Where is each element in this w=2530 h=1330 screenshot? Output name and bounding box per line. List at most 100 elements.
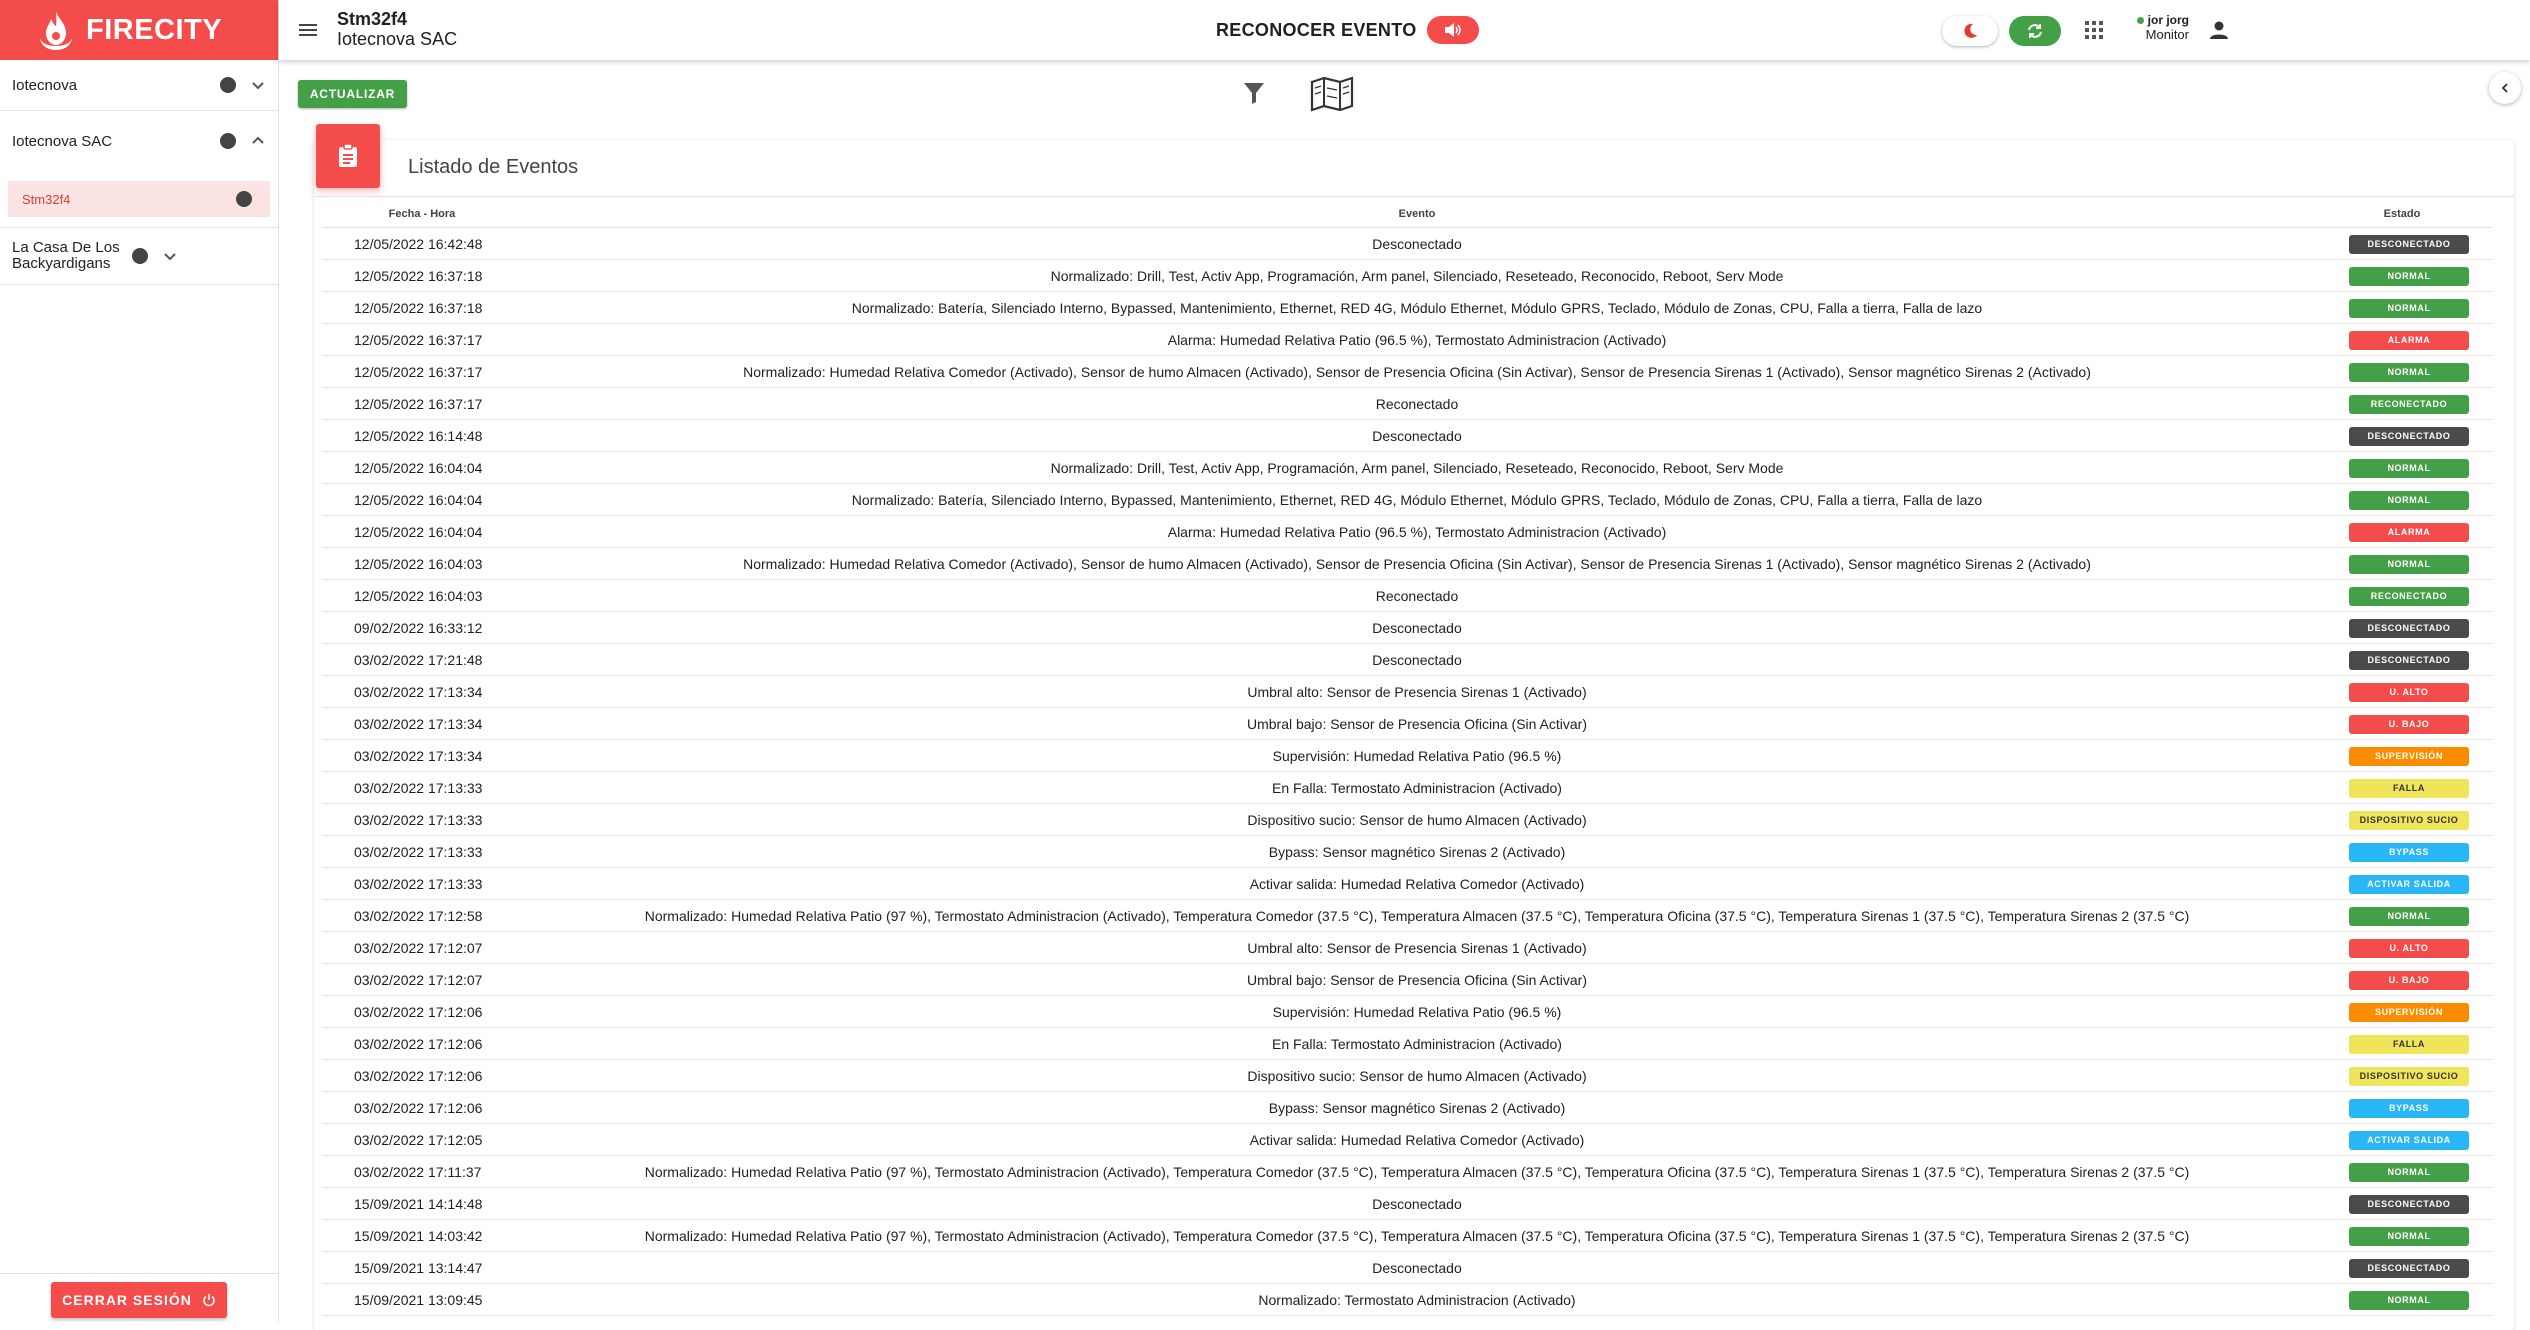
table-row[interactable]: 03/02/2022 17:12:06 Supervisión: Humedad … xyxy=(322,996,2492,1028)
table-row[interactable]: 12/05/2022 16:37:18 Normalizado: Batería,… xyxy=(322,292,2492,324)
table-row[interactable]: 03/02/2022 17:12:58 Normalizado: Humedad … xyxy=(322,900,2492,932)
sidebar-item-label: Stm32f4 xyxy=(22,191,71,207)
chevron-up-icon[interactable] xyxy=(250,133,266,149)
status-badge: U. ALTO xyxy=(2349,938,2469,958)
divider xyxy=(314,196,2514,197)
table-row[interactable]: 15/09/2021 13:14:47 Desconectado DESCONECT… xyxy=(322,1252,2492,1284)
map-icon[interactable] xyxy=(1309,74,1355,114)
status-badge: FALLA xyxy=(2349,778,2469,798)
table-row[interactable]: 03/02/2022 17:21:48 Desconectado DESCONECT… xyxy=(322,644,2492,676)
user-name: jor jorg xyxy=(2147,13,2189,27)
table-row[interactable]: 12/05/2022 16:14:48 Desconectado DESCONECT… xyxy=(322,420,2492,452)
table-row[interactable]: 12/05/2022 16:04:03 Normalizado: Humedad … xyxy=(322,548,2492,580)
event-datetime: 12/05/2022 16:37:17 xyxy=(354,363,483,380)
table-row[interactable]: 12/05/2022 16:37:17 Reconectado RECONECTAD… xyxy=(322,388,2492,420)
logout-button[interactable]: CERRAR SESIÓN xyxy=(51,1282,227,1318)
table-row[interactable]: 03/02/2022 17:12:07 Umbral alto: Sensor d… xyxy=(322,932,2492,964)
table-row[interactable]: 15/09/2021 14:14:48 Desconectado DESCONECT… xyxy=(322,1188,2492,1220)
collapse-panel-button[interactable] xyxy=(2489,72,2521,104)
event-datetime: 03/02/2022 17:12:07 xyxy=(354,971,483,988)
menu-button[interactable] xyxy=(279,0,337,60)
event-description: Reconectado xyxy=(1375,587,1459,604)
table-row[interactable]: 03/02/2022 17:13:33 En Falla: Termostato … xyxy=(322,772,2492,804)
table-row[interactable]: 03/02/2022 17:13:33 Dispositivo sucio: Se… xyxy=(322,804,2492,836)
account-icon[interactable] xyxy=(2207,18,2231,42)
sidebar-item-stm32f4[interactable]: Stm32f4 xyxy=(8,181,270,217)
event-datetime: 03/02/2022 17:21:48 xyxy=(354,651,483,668)
auto-refresh-toggle[interactable] xyxy=(2009,16,2061,46)
table-row[interactable]: 12/05/2022 16:37:17 Alarma: Humedad Relat… xyxy=(322,324,2492,356)
actualizar-button[interactable]: ACTUALIZAR xyxy=(298,80,407,108)
event-description: Dispositivo sucio: Sensor de humo Almace… xyxy=(1247,1067,1587,1084)
status-badge: U. ALTO xyxy=(2349,682,2469,702)
status-badge: RECONECTADO xyxy=(2349,394,2469,414)
column-header-fecha[interactable]: Fecha - Hora xyxy=(322,208,522,220)
chevron-left-icon xyxy=(2501,83,2508,93)
events-table: Fecha - Hora Evento Estado 12/05/2022 16… xyxy=(322,200,2492,1316)
event-datetime: 12/05/2022 16:04:03 xyxy=(354,587,483,604)
table-row[interactable]: 09/02/2022 16:33:12 Desconectado DESCONECT… xyxy=(322,612,2492,644)
table-row[interactable]: 03/02/2022 17:12:06 Bypass: Sensor magnét… xyxy=(322,1092,2492,1124)
event-description: En Falla: Termostato Administracion (Act… xyxy=(1272,779,1562,796)
event-datetime: 03/02/2022 17:13:33 xyxy=(354,779,483,796)
event-datetime: 15/09/2021 13:14:47 xyxy=(354,1259,483,1276)
event-description: Normalizado: Batería, Silenciado Interno… xyxy=(851,299,1983,316)
night-mode-toggle[interactable] xyxy=(1942,16,1998,46)
table-row[interactable]: 12/05/2022 16:04:03 Reconectado RECONECTAD… xyxy=(322,580,2492,612)
event-datetime: 12/05/2022 16:04:04 xyxy=(354,523,483,540)
status-badge: NORMAL xyxy=(2349,298,2469,318)
status-badge: DESCONECTADO xyxy=(2349,618,2469,638)
status-badge: RECONECTADO xyxy=(2349,586,2469,606)
table-row[interactable]: 12/05/2022 16:04:04 Normalizado: Batería,… xyxy=(322,484,2492,516)
status-badge: NORMAL xyxy=(2349,1226,2469,1246)
status-badge: DESCONECTADO xyxy=(2349,1194,2469,1214)
status-badge: NORMAL xyxy=(2349,906,2469,926)
table-row[interactable]: 15/09/2021 13:09:45 Normalizado: Termosta… xyxy=(322,1284,2492,1316)
chevron-down-icon[interactable] xyxy=(250,77,266,93)
event-description: Activar salida: Humedad Relativa Comedor… xyxy=(1249,1131,1585,1148)
event-datetime: 12/05/2022 16:37:17 xyxy=(354,395,483,412)
company-name: Iotecnova SAC xyxy=(337,29,458,49)
sidebar-group-iotecnova[interactable]: Iotecnova xyxy=(0,60,278,111)
event-datetime: 03/02/2022 17:11:37 xyxy=(354,1163,482,1180)
event-description: Desconectado xyxy=(1372,235,1462,252)
table-row[interactable]: 03/02/2022 17:12:06 Dispositivo sucio: Se… xyxy=(322,1060,2492,1092)
table-row[interactable]: 12/05/2022 16:42:48 Desconectado DESCONECT… xyxy=(322,228,2492,260)
event-description: Normalizado: Humedad Relativa Patio (97 … xyxy=(644,1227,2190,1244)
sidebar-group-iotecnova-sac[interactable]: Iotecnova SAC Stm32f4 xyxy=(0,111,278,228)
table-row[interactable]: 03/02/2022 17:13:33 Activar salida: Humed… xyxy=(322,868,2492,900)
table-row[interactable]: 12/05/2022 16:04:04 Normalizado: Drill, T… xyxy=(322,452,2492,484)
event-description: Umbral bajo: Sensor de Presencia Oficina… xyxy=(1246,971,1588,988)
table-row[interactable]: 03/02/2022 17:12:06 En Falla: Termostato … xyxy=(322,1028,2492,1060)
event-datetime: 03/02/2022 17:13:33 xyxy=(354,843,483,860)
chevron-down-icon[interactable] xyxy=(162,248,178,264)
table-row[interactable]: 03/02/2022 17:12:05 Activar salida: Humed… xyxy=(322,1124,2492,1156)
table-row[interactable]: 15/09/2021 14:03:42 Normalizado: Humedad … xyxy=(322,1220,2492,1252)
column-header-estado[interactable]: Estado xyxy=(2312,208,2492,220)
event-description: Normalizado: Drill, Test, Activ App, Pro… xyxy=(1050,267,1784,284)
filter-icon[interactable] xyxy=(1242,80,1266,106)
status-badge: NORMAL xyxy=(2349,554,2469,574)
event-datetime: 12/05/2022 16:04:04 xyxy=(354,491,483,508)
status-badge: DESCONECTADO xyxy=(2349,426,2469,446)
table-row[interactable]: 12/05/2022 16:37:17 Normalizado: Humedad … xyxy=(322,356,2492,388)
apps-grid-icon[interactable] xyxy=(2083,19,2105,41)
status-badge: NORMAL xyxy=(2349,458,2469,478)
table-row[interactable]: 03/02/2022 17:13:33 Bypass: Sensor magnét… xyxy=(322,836,2492,868)
table-row[interactable]: 12/05/2022 16:37:18 Normalizado: Drill, T… xyxy=(322,260,2492,292)
brand-logo[interactable]: FIRECITY xyxy=(0,0,278,60)
table-row[interactable]: 03/02/2022 17:13:34 Supervisión: Humedad … xyxy=(322,740,2492,772)
table-row[interactable]: 03/02/2022 17:11:37 Normalizado: Humedad … xyxy=(322,1156,2492,1188)
table-row[interactable]: 03/02/2022 17:13:34 Umbral bajo: Sensor d… xyxy=(322,708,2492,740)
status-dot xyxy=(220,133,236,149)
column-header-evento[interactable]: Evento xyxy=(522,208,2312,220)
table-row[interactable]: 12/05/2022 16:04:04 Alarma: Humedad Relat… xyxy=(322,516,2492,548)
table-row[interactable]: 03/02/2022 17:12:07 Umbral bajo: Sensor d… xyxy=(322,964,2492,996)
table-row[interactable]: 03/02/2022 17:13:34 Umbral alto: Sensor d… xyxy=(322,676,2492,708)
sound-toggle[interactable] xyxy=(1426,16,1479,44)
status-badge: U. BAJO xyxy=(2349,970,2469,990)
event-description: Dispositivo sucio: Sensor de humo Almace… xyxy=(1247,811,1587,828)
user-info[interactable]: jor jorg Monitor xyxy=(2129,13,2189,43)
sidebar-group-label: Iotecnova SAC xyxy=(12,132,113,150)
sidebar-group-backyardigans[interactable]: La Casa De Los Backyardigans xyxy=(0,228,278,285)
